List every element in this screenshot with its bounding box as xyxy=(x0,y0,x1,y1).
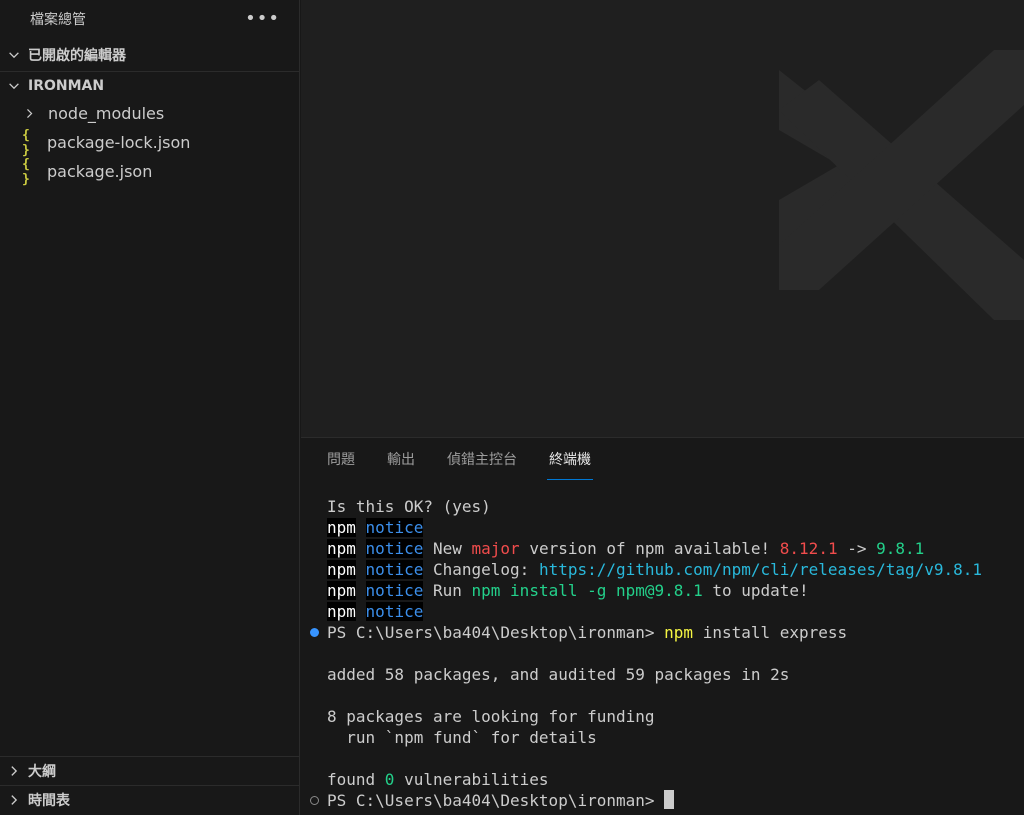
terminal-line: PS C:\Users\ba404\Desktop\ironman> xyxy=(301,790,1024,811)
tree-item-label: node_modules xyxy=(48,104,165,123)
notice-tag: notice xyxy=(365,518,424,537)
editor-area xyxy=(301,0,1024,437)
terminal-text: added 58 packages, and audited 59 packag… xyxy=(327,665,790,684)
chevron-down-icon xyxy=(0,48,28,62)
explorer-header: 檔案總管 ••• xyxy=(0,0,300,37)
npm-tag: npm xyxy=(327,581,356,600)
vuln-count: 0 xyxy=(384,770,395,789)
prompt-text: PS C:\Users\ba404\Desktop\ironman> xyxy=(327,791,665,810)
terminal-text: New xyxy=(423,539,472,558)
open-editors-label: 已開啟的編輯器 xyxy=(28,48,126,64)
major-text: major xyxy=(471,539,520,558)
terminal-output[interactable]: Is this OK? (yes) npm notice npm notice … xyxy=(301,496,1024,811)
notice-tag: notice xyxy=(365,602,424,621)
terminal-line: npm notice Run npm install -g npm@9.8.1 … xyxy=(301,580,1024,601)
terminal-text: to update! xyxy=(702,581,809,600)
terminal-text: Changelog: xyxy=(423,560,539,579)
terminal-line: 8 packages are looking for funding xyxy=(301,706,1024,727)
terminal-line: npm notice xyxy=(301,517,1024,538)
command-decoration-icon[interactable] xyxy=(310,796,319,805)
terminal-text: Run xyxy=(423,581,472,600)
tree-item-label: package.json xyxy=(47,162,153,181)
panel-tabs: 問題 輸出 偵錯主控台 終端機 xyxy=(327,438,623,482)
command-args: install express xyxy=(693,623,848,642)
terminal-text: found xyxy=(327,770,385,789)
chevron-right-icon xyxy=(23,107,43,120)
terminal-line: npm notice New major version of npm avai… xyxy=(301,538,1024,559)
project-section[interactable]: IRONMAN xyxy=(0,71,300,100)
old-version: 8.12.1 xyxy=(779,539,838,558)
command-decoration-icon[interactable] xyxy=(310,628,319,637)
chevron-right-icon xyxy=(0,764,28,778)
terminal-text: Is this OK? (yes) xyxy=(327,497,491,516)
vscode-watermark-icon xyxy=(779,50,1024,320)
chevron-right-icon xyxy=(0,793,28,807)
terminal-text: 8 packages are looking for funding xyxy=(327,707,655,726)
chevron-down-icon xyxy=(0,79,28,93)
tree-item-label: package-lock.json xyxy=(47,133,191,152)
tree-item-package-lock-json[interactable]: { } package-lock.json xyxy=(0,127,300,158)
terminal-text: vulnerabilities xyxy=(394,770,549,789)
explorer-title: 檔案總管 xyxy=(30,11,86,28)
open-editors-section[interactable]: 已開啟的編輯器 xyxy=(0,41,300,69)
outline-label: 大綱 xyxy=(28,763,56,780)
install-command: npm install -g npm@9.8.1 xyxy=(471,581,703,600)
command-npm: npm xyxy=(664,623,694,642)
terminal-text: -> xyxy=(837,539,877,558)
outline-section[interactable]: 大綱 xyxy=(0,756,300,784)
npm-tag: npm xyxy=(327,518,356,537)
terminal-line: npm notice xyxy=(301,601,1024,622)
notice-tag: notice xyxy=(365,581,424,600)
npm-tag: npm xyxy=(327,602,356,621)
notice-tag: notice xyxy=(365,539,424,558)
project-label: IRONMAN xyxy=(28,78,105,94)
terminal-line: found 0 vulnerabilities xyxy=(301,769,1024,790)
new-version: 9.8.1 xyxy=(876,539,925,558)
terminal-line: added 58 packages, and audited 59 packag… xyxy=(301,664,1024,685)
terminal-line: Is this OK? (yes) xyxy=(301,496,1024,517)
terminal-line: PS C:\Users\ba404\Desktop\ironman> npm i… xyxy=(301,622,1024,643)
tab-terminal[interactable]: 終端機 xyxy=(547,438,593,480)
more-icon[interactable]: ••• xyxy=(245,9,280,28)
notice-tag: notice xyxy=(365,560,424,579)
json-icon: { } xyxy=(22,127,30,158)
changelog-link[interactable]: https://github.com/npm/cli/releases/tag/… xyxy=(539,560,982,579)
tree-item-package-json[interactable]: { } package.json xyxy=(0,156,300,187)
timeline-label: 時間表 xyxy=(28,792,70,809)
npm-tag: npm xyxy=(327,539,356,558)
terminal-text: version of npm available! xyxy=(519,539,780,558)
tree-item-node-modules[interactable]: node_modules xyxy=(0,99,300,128)
tab-output[interactable]: 輸出 xyxy=(387,438,415,480)
bottom-panel: 問題 輸出 偵錯主控台 終端機 Is this OK? (yes) npm no… xyxy=(301,437,1024,815)
terminal-line: npm notice Changelog: https://github.com… xyxy=(301,559,1024,580)
tab-debug-console[interactable]: 偵錯主控台 xyxy=(447,438,517,480)
terminal-cursor xyxy=(664,790,675,809)
tab-problems[interactable]: 問題 xyxy=(327,438,355,480)
explorer-sidebar: 檔案總管 ••• 已開啟的編輯器 IRONMAN node_modules { … xyxy=(0,0,300,815)
timeline-section[interactable]: 時間表 xyxy=(0,785,300,813)
json-icon: { } xyxy=(22,156,30,187)
terminal-text: run `npm fund` for details xyxy=(327,728,597,747)
prompt-text: PS C:\Users\ba404\Desktop\ironman> xyxy=(327,623,665,642)
terminal-line: run `npm fund` for details xyxy=(301,727,1024,748)
npm-tag: npm xyxy=(327,560,356,579)
